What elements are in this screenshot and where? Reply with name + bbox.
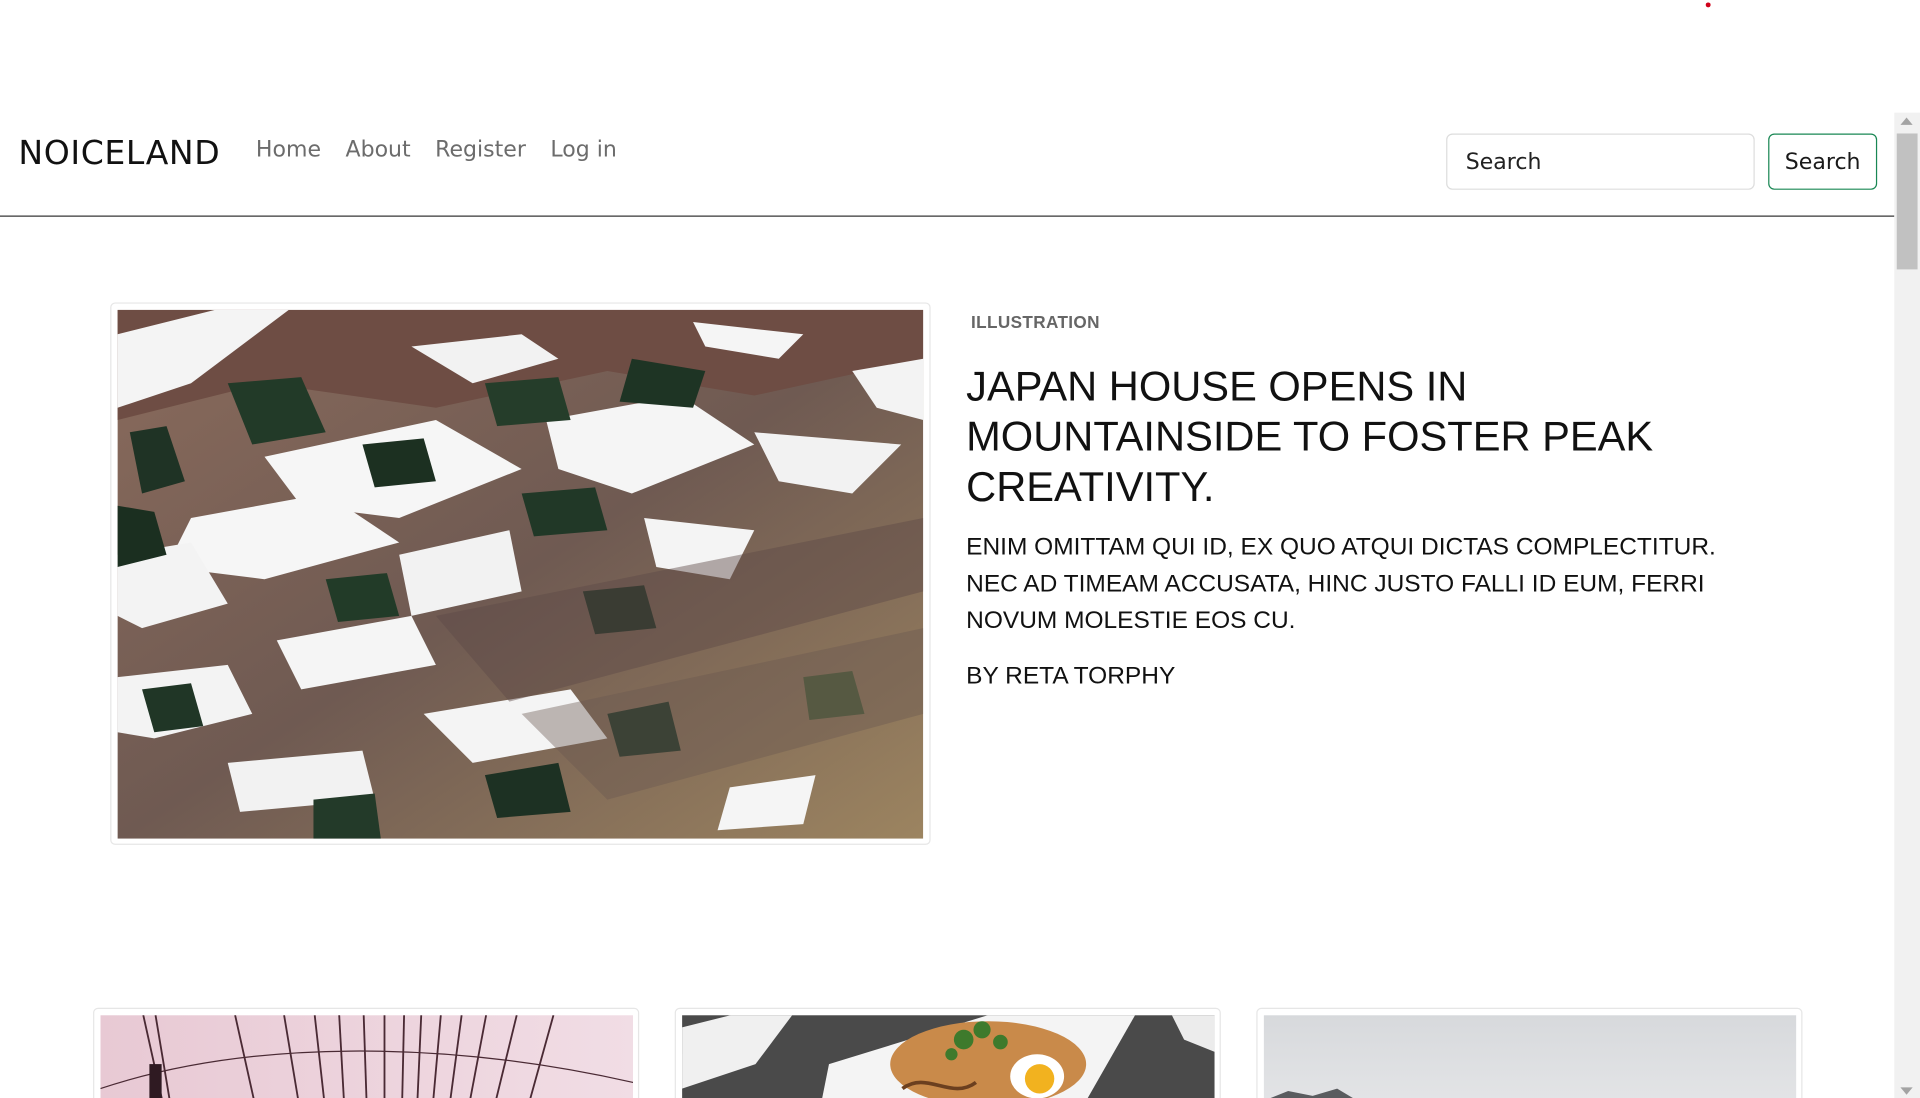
brand-logo[interactable]: NOICELAND — [18, 135, 220, 173]
scroll-up-arrow-icon[interactable] — [1900, 117, 1913, 125]
notification-dot — [1705, 2, 1711, 8]
article-card[interactable] — [93, 1007, 640, 1098]
article-card[interactable] — [674, 1007, 1221, 1098]
article-card[interactable] — [1256, 1007, 1803, 1098]
nav-link-about[interactable]: About — [346, 137, 411, 163]
author-byline: BY RETA TORPHY — [966, 662, 1176, 690]
scroll-down-arrow-icon[interactable] — [1900, 1087, 1913, 1095]
nav-link-home[interactable]: Home — [256, 137, 321, 163]
misty-landscape-image — [1263, 1015, 1797, 1098]
featured-image-frame — [110, 302, 931, 845]
nav-link-register[interactable]: Register — [435, 137, 526, 163]
snowy-mountain-image — [117, 309, 924, 839]
scroll-thumb[interactable] — [1896, 133, 1918, 270]
card-image[interactable] — [682, 1015, 1215, 1098]
featured-title[interactable]: JAPAN HOUSE OPENS IN MOUNTAINSIDE TO FOS… — [966, 362, 1762, 513]
vertical-scrollbar[interactable] — [1894, 112, 1920, 1098]
featured-image[interactable] — [117, 309, 924, 839]
featured-excerpt: ENIM OMITTAM QUI ID, EX QUO ATQUI DICTAS… — [966, 533, 1716, 635]
nav-link-login[interactable]: Log in — [550, 137, 616, 163]
search-button[interactable]: Search — [1768, 133, 1878, 190]
category-label: ILLUSTRATION — [971, 312, 1100, 332]
page: NOICELAND Home About Register Log in Sea… — [0, 0, 1920, 1098]
navbar: NOICELAND Home About Register Log in Sea… — [0, 112, 1895, 217]
card-image[interactable] — [1263, 1015, 1797, 1098]
food-plate-image — [682, 1015, 1215, 1098]
bridge-cables-image — [100, 1015, 634, 1098]
search-input[interactable] — [1446, 133, 1755, 190]
card-image[interactable] — [100, 1015, 634, 1098]
nav-links: Home About Register Log in — [256, 137, 617, 163]
